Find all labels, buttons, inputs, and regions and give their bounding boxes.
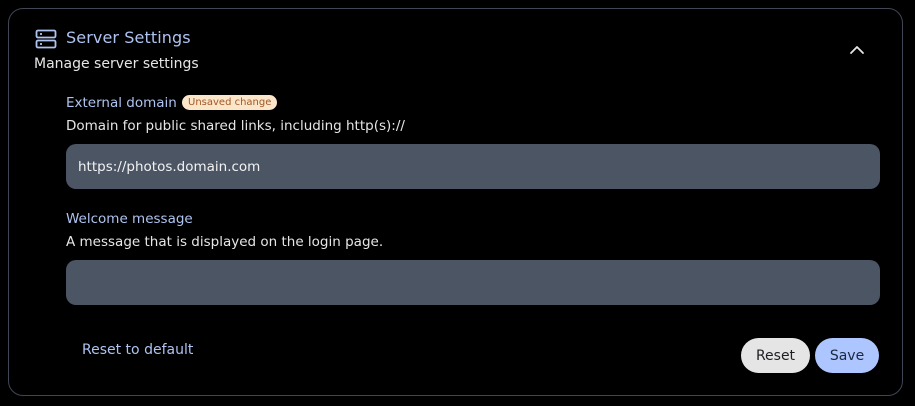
server-settings-panel: Server Settings Manage server settings E… [8,8,903,396]
external-domain-input[interactable] [66,144,880,189]
save-button[interactable]: Save [815,338,879,373]
panel-title: Server Settings [66,28,191,47]
server-icon [35,29,57,49]
external-domain-description: Domain for public shared links, includin… [66,118,405,134]
external-domain-label: External domain [66,95,177,111]
reset-button[interactable]: Reset [741,338,810,373]
welcome-message-label: Welcome message [66,211,193,227]
panel-subtitle: Manage server settings [34,56,199,72]
unsaved-change-badge: Unsaved change [182,95,278,110]
collapse-button[interactable] [842,36,872,62]
welcome-message-description: A message that is displayed on the login… [66,234,384,250]
chevron-up-icon [849,40,865,59]
welcome-message-input[interactable] [66,260,880,305]
reset-to-default-link[interactable]: Reset to default [82,342,193,358]
